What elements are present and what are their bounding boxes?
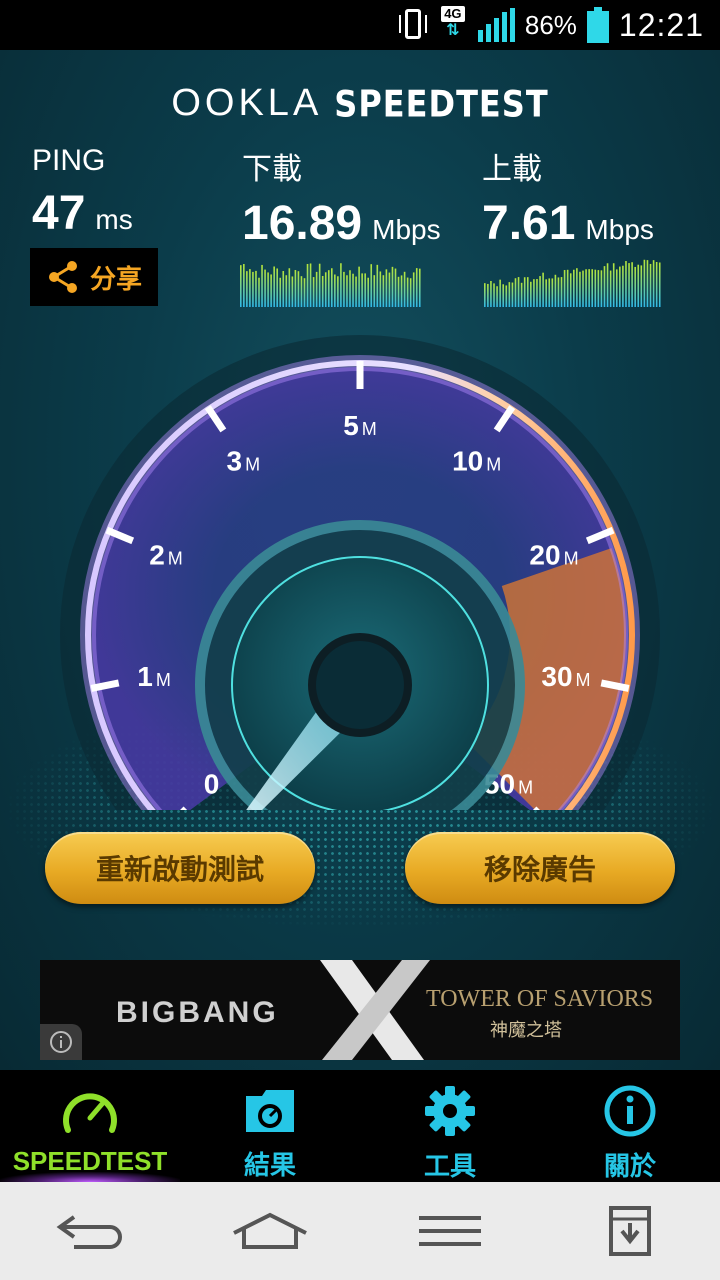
- tab-results[interactable]: 結果: [180, 1070, 360, 1182]
- menu-icon: [419, 1216, 481, 1246]
- menu-button[interactable]: [400, 1196, 500, 1266]
- network-indicator: 4G ⇅: [438, 6, 468, 44]
- ad-right-text: TOWER OF SAVIORS: [426, 986, 654, 1012]
- ad-right-subtext: 神魔之塔: [490, 1020, 562, 1040]
- tab-label: SPEEDTEST: [12, 1146, 168, 1176]
- remove-ads-button[interactable]: 移除廣告: [405, 832, 675, 904]
- ad-x-graphic: X: [320, 960, 430, 1060]
- tab-label: 工具: [423, 1151, 476, 1181]
- ad-left-text: BIGBANG: [116, 996, 279, 1029]
- speed-gauge: 01 M2 M3 M5 M10 M20 M30 M50 M: [60, 335, 660, 810]
- battery-percent: 86%: [524, 9, 577, 40]
- ad-banner[interactable]: BIGBANG X TOWER OF SAVIORS 神魔之塔: [40, 960, 680, 1060]
- tab-speedtest[interactable]: SPEEDTEST: [0, 1070, 180, 1182]
- tab-label: 關於: [603, 1151, 656, 1181]
- system-nav-bar: [0, 1182, 720, 1280]
- vibrate-icon: [398, 7, 428, 43]
- home-icon: [233, 1212, 307, 1249]
- info-icon: [604, 1085, 656, 1137]
- speedtest-main: OOKLA SPEEDTEST PING 47 ms 分享 下載 16.89 Mbps…: [0, 50, 720, 1070]
- ad-info-icon[interactable]: [40, 1024, 82, 1060]
- signal-strength-icon: [477, 8, 515, 42]
- clock: 12:21: [618, 6, 704, 43]
- results-folder-icon: [246, 1089, 294, 1132]
- home-button[interactable]: [220, 1196, 320, 1266]
- data-transfer-icon: ⇅: [446, 22, 460, 39]
- gauge-tick-label: 0: [204, 768, 220, 799]
- battery-icon: [586, 7, 609, 43]
- gear-icon: [425, 1086, 475, 1136]
- bottom-tab-bar: SPEEDTEST 結果 工具 關於: [0, 1070, 720, 1182]
- speedometer-icon: [63, 1093, 117, 1133]
- back-icon: [56, 1215, 122, 1249]
- tab-label: 結果: [243, 1150, 296, 1180]
- notification-button[interactable]: [580, 1196, 680, 1266]
- back-button[interactable]: [40, 1196, 140, 1266]
- status-bar: 4G ⇅ 86% 12:21: [0, 0, 720, 50]
- restart-test-button[interactable]: 重新啟動測試: [45, 832, 315, 904]
- tab-about[interactable]: 關於: [540, 1070, 720, 1182]
- gauge-hub: [308, 633, 412, 737]
- network-type: 4G: [441, 6, 465, 22]
- download-tray-icon: [609, 1206, 651, 1256]
- tab-tools[interactable]: 工具: [360, 1070, 540, 1182]
